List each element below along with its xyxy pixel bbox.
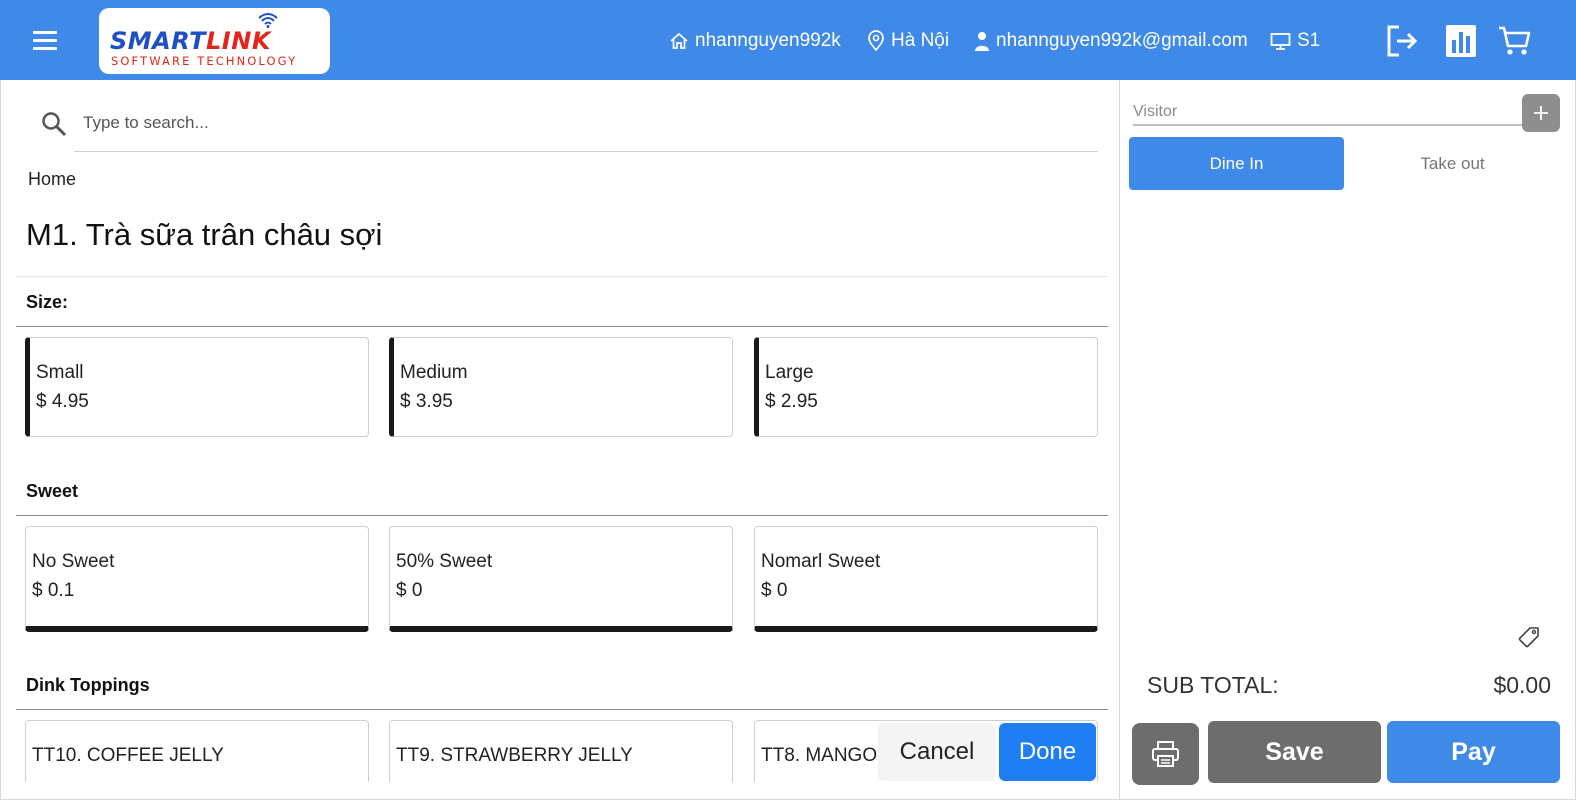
divider xyxy=(16,276,1108,277)
topping-option-strawberry-jelly[interactable]: TT9. STRAWBERRY JELLY xyxy=(389,720,733,782)
option-price: $ 0 xyxy=(761,580,788,601)
search-icon xyxy=(42,112,67,137)
report-chart-icon[interactable] xyxy=(1443,23,1479,59)
plus-icon xyxy=(1534,106,1548,120)
tag-icon[interactable] xyxy=(1517,626,1541,650)
smartlink-logo[interactable]: SMARTLINK SOFTWARE TECHNOLOGY xyxy=(99,8,330,74)
user-email: nhannguyen992k@gmail.com xyxy=(996,30,1248,51)
topping-option-coffee-jelly[interactable]: TT10. COFFEE JELLY xyxy=(25,720,369,782)
option-name: Nomarl Sweet xyxy=(761,551,881,572)
toppings-group-label: Dink Toppings xyxy=(26,675,150,695)
menu-icon[interactable] xyxy=(33,31,57,50)
cart-icon[interactable] xyxy=(1497,23,1533,59)
sweet-option-normal[interactable]: Nomarl Sweet $ 0 xyxy=(754,526,1098,632)
print-button[interactable] xyxy=(1132,723,1199,785)
size-option-small[interactable]: Small $ 4.95 xyxy=(25,337,369,437)
subtotal-label: SUB TOTAL: xyxy=(1147,672,1279,698)
option-name: Small xyxy=(36,362,84,383)
option-name: Medium xyxy=(400,362,468,383)
tab-take-out[interactable]: Take out xyxy=(1345,137,1560,190)
save-button[interactable]: Save xyxy=(1208,721,1381,783)
logo-text: SMARTLINK xyxy=(110,27,271,55)
add-visitor-button[interactable] xyxy=(1522,94,1560,132)
cart-panel: Dine In Take out SUB TOTAL: $0.00 Save P… xyxy=(1119,80,1576,800)
pay-button[interactable]: Pay xyxy=(1387,721,1560,783)
size-option-large[interactable]: Large $ 2.95 xyxy=(754,337,1098,437)
divider xyxy=(16,709,1108,710)
product-title: M1. Trà sữa trân châu sợi xyxy=(26,217,383,252)
option-name: TT10. COFFEE JELLY xyxy=(32,745,224,766)
monitor-icon xyxy=(1270,32,1291,50)
option-name: Large xyxy=(765,362,814,383)
station-name: S1 xyxy=(1297,30,1321,51)
logout-icon[interactable] xyxy=(1384,23,1420,59)
size-option-medium[interactable]: Medium $ 3.95 xyxy=(389,337,733,437)
option-price: $ 3.95 xyxy=(400,391,453,412)
size-group-label: Size: xyxy=(26,292,69,312)
option-name: 50% Sweet xyxy=(396,551,493,572)
option-name: No Sweet xyxy=(32,551,115,572)
option-name: TT8. MANGO xyxy=(761,745,878,766)
option-price: $ 4.95 xyxy=(36,391,89,412)
home-icon xyxy=(670,32,688,49)
logo-subtitle: SOFTWARE TECHNOLOGY xyxy=(111,54,298,68)
option-price: $ 0 xyxy=(396,580,423,601)
location-pin-icon xyxy=(868,30,884,52)
option-price: $ 2.95 xyxy=(765,391,818,412)
cancel-button[interactable]: Cancel xyxy=(878,723,996,781)
store-info: nhannguyen992k xyxy=(669,29,841,53)
done-button[interactable]: Done xyxy=(999,723,1096,781)
printer-icon xyxy=(1152,741,1179,767)
location-info: Hà Nội xyxy=(867,29,949,53)
search-input[interactable] xyxy=(83,108,783,138)
visitor-input[interactable] xyxy=(1133,100,1533,126)
user-info: nhannguyen992k@gmail.com xyxy=(974,29,1248,53)
subtotal-value: $0.00 xyxy=(1493,672,1551,698)
product-options-panel: Home M1. Trà sữa trân châu sợi Size: Sma… xyxy=(0,80,1119,800)
sweet-group-label: Sweet xyxy=(26,481,79,501)
station-info: S1 xyxy=(1270,29,1320,53)
store-name: nhannguyen992k xyxy=(695,30,841,51)
user-icon xyxy=(975,32,989,51)
sweet-option-no-sweet[interactable]: No Sweet $ 0.1 xyxy=(25,526,369,632)
divider xyxy=(16,326,1108,327)
tab-dine-in[interactable]: Dine In xyxy=(1129,137,1344,190)
divider xyxy=(16,515,1108,516)
option-price: $ 0.1 xyxy=(32,580,75,601)
top-bar: SMARTLINK SOFTWARE TECHNOLOGY nhannguyen… xyxy=(0,0,1576,80)
sweet-option-50-percent[interactable]: 50% Sweet $ 0 xyxy=(389,526,733,632)
option-name: TT9. STRAWBERRY JELLY xyxy=(396,745,633,766)
wifi-icon xyxy=(258,13,278,28)
breadcrumb[interactable]: Home xyxy=(28,169,76,190)
location-name: Hà Nội xyxy=(891,30,950,51)
